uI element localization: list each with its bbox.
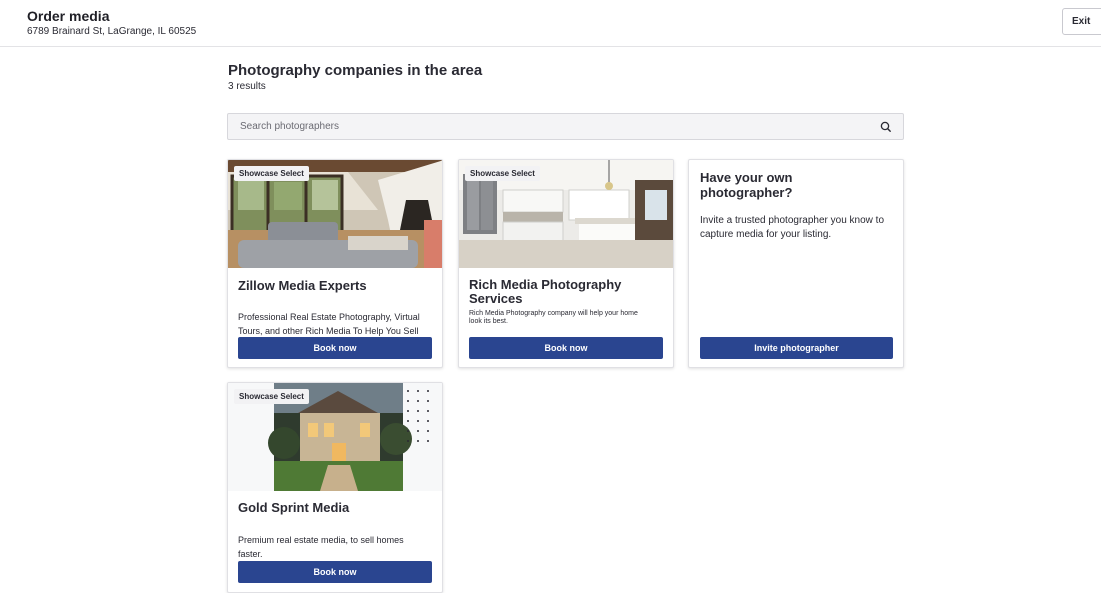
book-now-button[interactable]: Book now — [469, 337, 663, 359]
invite-card-title: Have your own photographer? — [700, 170, 793, 200]
showcase-badge: Showcase Select — [465, 166, 540, 181]
company-description: Premium real estate media, to sell homes… — [238, 535, 404, 559]
book-now-button[interactable]: Book now — [238, 337, 432, 359]
page-header-title: Order media — [27, 8, 110, 24]
invite-card-description: Invite a trusted photographer you know t… — [700, 215, 885, 240]
photographer-card: Showcase Select Zillow Media Experts Pro… — [227, 159, 443, 368]
showcase-badge: Showcase Select — [234, 166, 309, 181]
photographer-card: Showcase Select Rich Media Photography S… — [458, 159, 674, 368]
invite-photographer-card: Have your own photographer? Invite a tru… — [688, 159, 904, 368]
showcase-badge: Showcase Select — [234, 389, 309, 404]
photographer-card: Showcase Select Gold Sprint Media Premiu… — [227, 382, 443, 593]
search-icon[interactable] — [879, 120, 893, 134]
company-name: Gold Sprint Media — [238, 500, 350, 515]
company-description: Rich Media Photography company will help… — [469, 310, 638, 325]
search-bar — [227, 113, 904, 140]
book-now-button[interactable]: Book now — [238, 561, 432, 583]
exit-button[interactable]: Exit — [1062, 8, 1101, 35]
results-count: 3 results — [228, 81, 266, 92]
listing-address: 6789 Brainard St, LaGrange, IL 60525 — [27, 26, 197, 37]
invite-photographer-button[interactable]: Invite photographer — [700, 337, 893, 359]
section-title: Photography companies in the area — [228, 62, 483, 79]
search-input[interactable] — [228, 114, 868, 139]
top-bar: Order media 6789 Brainard St, LaGrange, … — [0, 0, 1101, 47]
company-description: Professional Real Estate Photography, Vi… — [238, 312, 420, 336]
company-name: Zillow Media Experts — [238, 278, 367, 293]
company-name: Rich Media Photography Services — [469, 277, 622, 306]
